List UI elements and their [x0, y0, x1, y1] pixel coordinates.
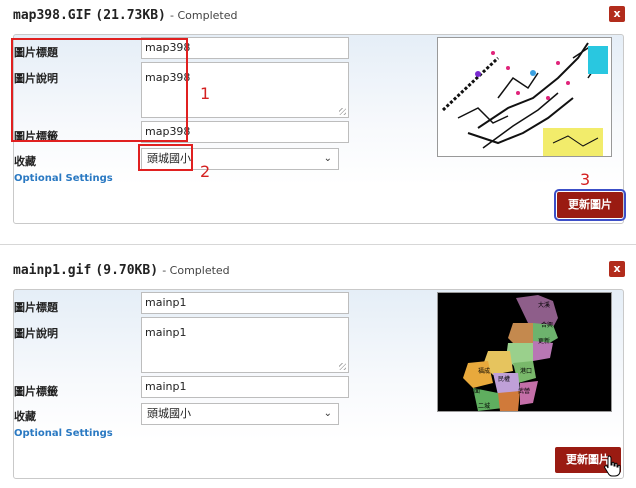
annotation-label-3: 3	[580, 170, 591, 189]
item-1-status: - Completed	[170, 9, 238, 22]
item-2-description-label: 圖片說明	[14, 327, 58, 340]
chevron-down-icon: ⌄	[323, 408, 332, 419]
item-2-title: mainp1.gif (9.70KB) - Completed	[13, 263, 230, 278]
item-2-thumbnail: 大溪 合興 更新 福成 民權 港口 金面 二城 武營	[437, 292, 612, 412]
item-divider	[0, 244, 636, 245]
item-1-filename: map398.GIF	[13, 8, 92, 23]
svg-text:武營: 武營	[518, 387, 530, 395]
item-2-filename: mainp1.gif	[13, 263, 92, 278]
item-1-thumbnail	[437, 37, 612, 157]
item-2-close-button[interactable]: x	[609, 261, 625, 277]
item-2-panel: 圖片標題 mainp1 圖片說明 mainp1 圖片標籤 mainp1 收藏 頭…	[13, 289, 624, 479]
item-1-size: (21.73KB)	[95, 8, 166, 23]
item-2-title-input[interactable]: mainp1	[141, 292, 349, 314]
item-1-update-button[interactable]: 更新圖片	[554, 189, 626, 221]
region-map-thumbnail: 大溪 合興 更新 福成 民權 港口 金面 二城 武營	[438, 293, 611, 411]
item-2-description-value: mainp1	[145, 326, 187, 339]
item-1-optional-settings-link[interactable]: Optional Settings	[14, 173, 113, 184]
annotation-label-2: 2	[200, 162, 211, 181]
annotation-label-1: 1	[200, 84, 211, 103]
item-2-tags-input[interactable]: mainp1	[141, 376, 349, 398]
item-2-optional-settings-link[interactable]: Optional Settings	[14, 428, 113, 439]
item-2-collection-select[interactable]: 頭城國小 ⌄	[141, 403, 339, 425]
svg-text:金面: 金面	[468, 387, 480, 395]
item-2-collection-value: 頭城國小	[147, 407, 191, 420]
street-map-thumbnail	[438, 38, 611, 156]
svg-text:港口: 港口	[520, 367, 532, 375]
item-1-close-button[interactable]: x	[609, 6, 625, 22]
svg-text:二城: 二城	[478, 403, 490, 410]
chevron-down-icon: ⌄	[323, 153, 332, 164]
hand-pointer-icon	[604, 455, 621, 477]
svg-text:大溪: 大溪	[538, 301, 550, 309]
svg-text:合興: 合興	[541, 321, 553, 329]
svg-text:福成: 福成	[478, 367, 490, 375]
item-1-collection-label: 收藏	[14, 155, 36, 168]
resize-grip-icon[interactable]	[339, 363, 346, 370]
item-2-size: (9.70KB)	[95, 263, 159, 278]
item-2-tags-label: 圖片標籤	[14, 385, 58, 398]
svg-text:更新: 更新	[538, 337, 550, 345]
item-2-status: - Completed	[162, 264, 230, 277]
annotation-box-2	[138, 144, 193, 171]
item-2-description-textarea[interactable]: mainp1	[141, 317, 349, 373]
item-2-collection-label: 收藏	[14, 410, 36, 423]
item-1-title: map398.GIF (21.73KB) - Completed	[13, 8, 237, 23]
upload-item-2: mainp1.gif (9.70KB) - Completed x 圖片標題 m…	[0, 255, 636, 488]
svg-text:民權: 民權	[498, 375, 510, 383]
annotation-box-1	[11, 38, 188, 142]
resize-grip-icon[interactable]	[339, 108, 346, 115]
item-2-title-label: 圖片標題	[14, 301, 58, 314]
